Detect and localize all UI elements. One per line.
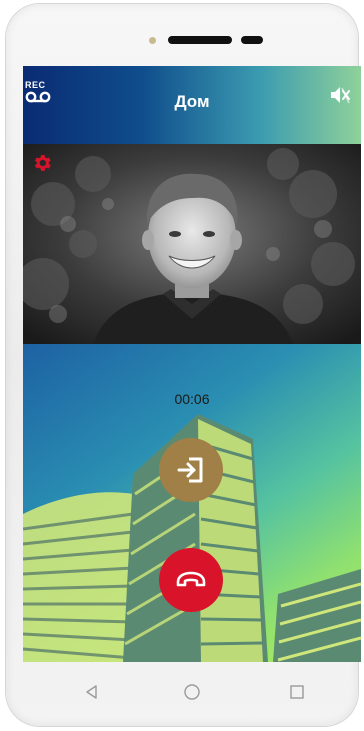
circle-home-icon — [184, 684, 200, 700]
speaker-muted-icon — [331, 87, 350, 104]
gear-icon — [34, 155, 51, 171]
rec-label: REC — [25, 80, 46, 90]
call-timer: 00:06 — [174, 391, 210, 407]
square-recent-icon — [290, 685, 304, 699]
nav-recent-button[interactable] — [285, 680, 309, 704]
mute-button[interactable] — [329, 84, 351, 111]
system-nav-bar — [23, 662, 361, 722]
door-enter-icon — [177, 457, 203, 483]
page-title: Дом — [174, 92, 210, 111]
video-feed — [23, 144, 361, 344]
triangle-back-icon — [86, 685, 97, 699]
earpiece-speaker — [168, 36, 232, 44]
open-door-button[interactable] — [159, 438, 223, 502]
hangup-button[interactable] — [159, 548, 223, 612]
settings-button[interactable] — [31, 152, 53, 179]
nav-home-button[interactable] — [180, 680, 204, 704]
app-screen: REC Дом 00:06 — [23, 66, 361, 662]
video-frame-image — [23, 144, 361, 344]
proximity-sensor — [241, 36, 263, 44]
top-bar: REC Дом — [23, 66, 361, 144]
nav-back-button[interactable] — [80, 680, 104, 704]
front-camera — [149, 37, 156, 44]
phone-hangup-icon — [176, 571, 206, 587]
